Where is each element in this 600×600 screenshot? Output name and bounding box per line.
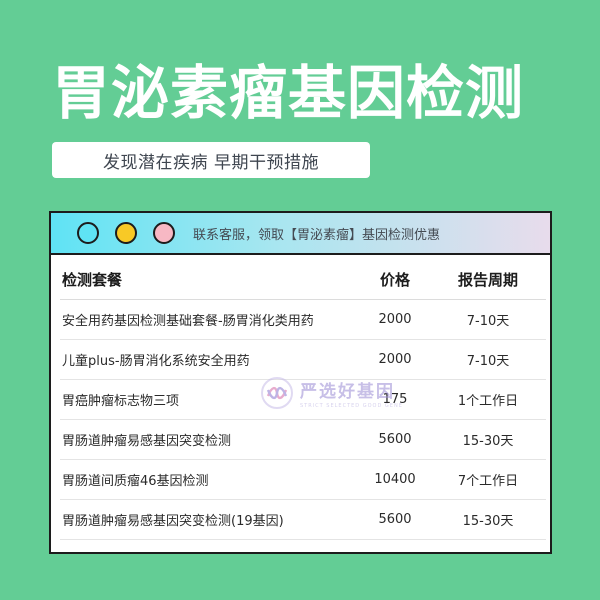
contact-service-link[interactable]: 联系客服，领取【胃泌素瘤】基因检测优惠 [193, 224, 440, 243]
watermark-name: 严选好基因 [300, 382, 395, 402]
header-report-cycle: 报告周期 [430, 261, 546, 300]
package-name: 安全用药基因检测基础套餐-肠胃消化类用药 [60, 299, 360, 340]
package-report-cycle: 7-10天 [430, 339, 546, 380]
subtitle-text: 发现潜在疾病 早期干预措施 [103, 152, 319, 173]
page-title: 胃泌素瘤基因检测 [52, 59, 525, 127]
table-row[interactable]: 儿童plus-肠胃消化系统安全用药 2000 7-10天 [60, 339, 546, 380]
watermark: 严选好基因 STRICT SELECTED GOOD GENE [260, 376, 403, 410]
package-price: 2000 [360, 339, 430, 380]
package-report-cycle: 15-30天 [430, 499, 546, 540]
package-price: 5600 [360, 499, 430, 540]
window-dot-pink[interactable] [153, 222, 175, 244]
table-row[interactable]: 胃肠道间质瘤46基因检测 10400 7个工作日 [60, 459, 546, 500]
subtitle-banner: 发现潜在疾病 早期干预措施 [52, 142, 370, 178]
package-name: 儿童plus-肠胃消化系统安全用药 [60, 339, 360, 380]
table-row[interactable]: 胃肠道肿瘤易感基因突变检测 5600 15-30天 [60, 419, 546, 460]
package-name: 胃肠道间质瘤46基因检测 [60, 459, 360, 500]
window-dot-yellow[interactable] [115, 222, 137, 244]
window-dot-cyan[interactable] [77, 222, 99, 244]
table-row[interactable]: 安全用药基因检测基础套餐-肠胃消化类用药 2000 7-10天 [60, 299, 546, 340]
package-name: 胃肠道肿瘤易感基因突变检测 [60, 419, 360, 460]
package-price: 10400 [360, 459, 430, 500]
package-price: 5600 [360, 419, 430, 460]
package-report-cycle: 15-30天 [430, 419, 546, 460]
package-report-cycle: 7个工作日 [430, 459, 546, 500]
table-header-row: 检测套餐 价格 报告周期 [60, 261, 546, 300]
table-row[interactable]: 胃肠道肿瘤易感基因突变检测(19基因) 5600 15-30天 [60, 499, 546, 540]
watermark-tagline: STRICT SELECTED GOOD GENE [300, 403, 403, 409]
header-package: 检测套餐 [60, 261, 360, 300]
package-report-cycle: 1个工作日 [430, 379, 546, 420]
dna-logo-icon [261, 377, 293, 409]
header-price: 价格 [360, 261, 430, 300]
window-title-bar: 联系客服，领取【胃泌素瘤】基因检测优惠 [51, 213, 550, 255]
package-price: 2000 [360, 299, 430, 340]
package-report-cycle: 7-10天 [430, 299, 546, 340]
package-name: 胃肠道肿瘤易感基因突变检测(19基因) [60, 499, 360, 540]
